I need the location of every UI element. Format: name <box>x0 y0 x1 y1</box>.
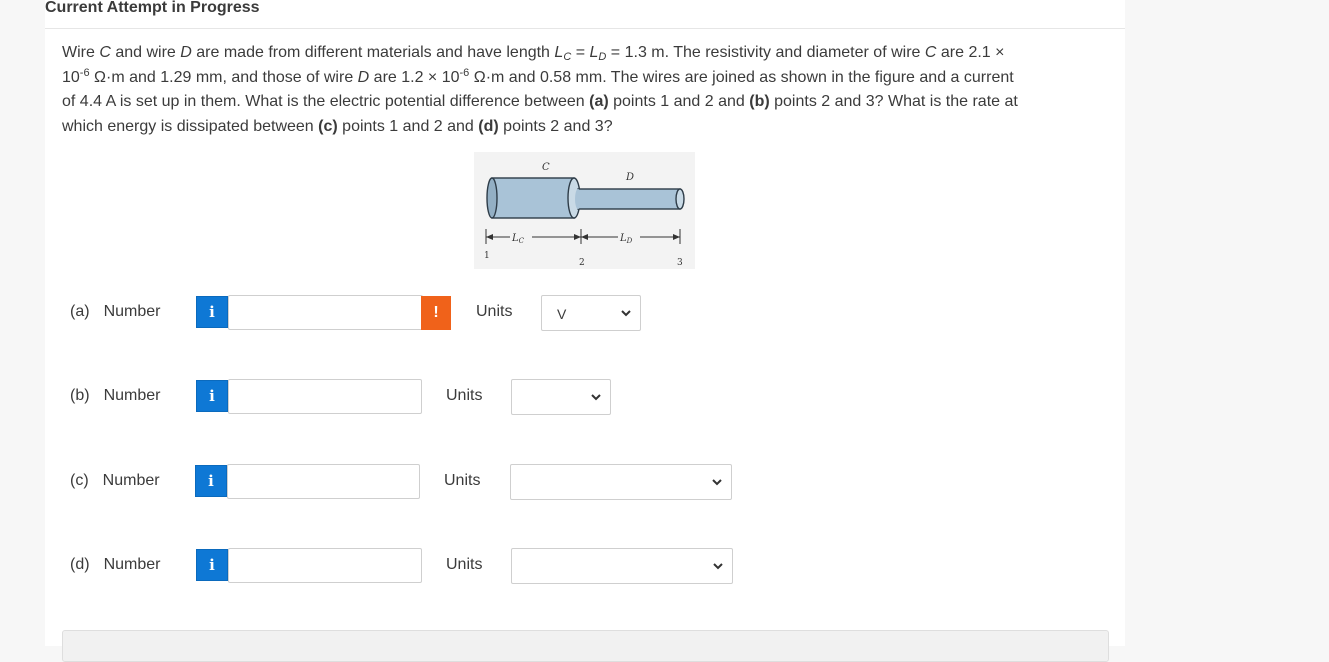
info-icon[interactable]: i <box>196 296 228 328</box>
point-1: 1 <box>484 251 490 261</box>
label-c: C <box>542 162 550 173</box>
units-label-c: Units <box>444 472 481 489</box>
warning-icon[interactable]: ! <box>421 296 451 330</box>
answer-row-b: (b) Number i Units <box>0 378 1329 416</box>
info-icon[interactable]: i <box>196 549 228 581</box>
label-ld: LD <box>619 233 633 245</box>
answer-row-a: (a) Number i ! Units V <box>0 294 1329 332</box>
units-select-b[interactable] <box>511 379 611 415</box>
number-input-a[interactable] <box>228 295 423 330</box>
label-d: D <box>625 172 634 183</box>
answer-row-c: (c) Number i Units <box>0 463 1329 501</box>
answer-row-d: (d) Number i Units <box>0 547 1329 585</box>
chevron-down-icon <box>621 310 631 317</box>
point-3: 3 <box>677 258 683 268</box>
wire-figure: C D LC LD 1 2 3 <box>474 152 695 269</box>
number-input-c[interactable] <box>227 464 420 499</box>
question-text: Wire C and wire D are made from differen… <box>62 44 1018 135</box>
label-lc: LC <box>511 233 525 245</box>
row-a-label: (a) Number <box>70 303 161 320</box>
solution-panel <box>62 630 1109 662</box>
units-label-b: Units <box>446 387 483 404</box>
chevron-down-icon <box>591 394 601 401</box>
chevron-down-icon <box>712 479 722 486</box>
wire-c-body <box>491 177 575 219</box>
units-select-a-value: V <box>557 306 567 322</box>
point-2: 2 <box>579 258 585 268</box>
units-select-a[interactable]: V <box>541 295 641 331</box>
wire-d-body <box>577 188 681 210</box>
units-select-c[interactable] <box>510 464 732 500</box>
wire-c-left-end <box>486 177 498 219</box>
number-input-d[interactable] <box>228 548 422 583</box>
attempt-title: Current Attempt in Progress <box>45 0 260 16</box>
chevron-down-icon <box>713 563 723 570</box>
units-label-a: Units <box>476 303 513 320</box>
row-b-label: (b) Number <box>70 387 161 404</box>
number-input-b[interactable] <box>228 379 422 414</box>
info-icon[interactable]: i <box>196 380 228 412</box>
info-icon[interactable]: i <box>195 465 227 497</box>
wire-d-right-end <box>675 188 685 210</box>
units-label-d: Units <box>446 556 483 573</box>
row-d-label: (d) Number <box>70 556 161 573</box>
wire-diagram: C D LC LD 1 2 3 <box>484 162 685 268</box>
attempt-header: Current Attempt in Progress <box>45 0 1125 29</box>
row-c-label: (c) Number <box>70 472 160 489</box>
units-select-d[interactable] <box>511 548 733 584</box>
